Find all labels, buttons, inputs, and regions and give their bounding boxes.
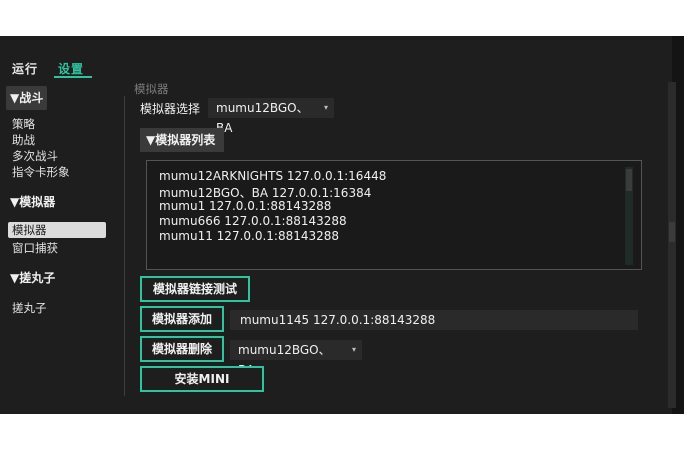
list-item[interactable]: mumu11 127.0.0.1:88143288 xyxy=(159,229,339,243)
sidebar-group-battle[interactable]: ▼战斗 xyxy=(6,86,48,110)
list-item[interactable]: mumu12ARKNIGHTS 127.0.0.1:16448 xyxy=(159,169,386,183)
list-scrollbar-thumb[interactable] xyxy=(626,169,632,191)
emulator-add-button[interactable]: 模拟器添加 xyxy=(140,306,224,332)
sidebar-item-command-card[interactable]: 指令卡形象 xyxy=(12,164,70,180)
section-divider xyxy=(124,96,125,396)
emulator-connect-test-button[interactable]: 模拟器链接测试 xyxy=(140,276,250,302)
emulator-list-toggle[interactable]: ▼模拟器列表 xyxy=(140,128,224,152)
section-title: 模拟器 xyxy=(134,82,169,96)
emulator-select-label: 模拟器选择 xyxy=(140,102,201,116)
sidebar-item-dango[interactable]: 搓丸子 xyxy=(12,300,47,316)
sidebar-item-emulator[interactable]: 模拟器 xyxy=(8,222,106,238)
sidebar-item-window-capture[interactable]: 窗口捕获 xyxy=(12,240,58,256)
emulator-add-input[interactable]: mumu1145 127.0.0.1:88143288 xyxy=(230,310,638,330)
sidebar-group-dango[interactable]: ▼搓丸子 xyxy=(6,266,59,290)
list-scrollbar[interactable] xyxy=(625,167,633,265)
emulator-settings-panel: 模拟器 模拟器选择 mumu12BGO、BA ▾ ▼模拟器列表 mumu12AR… xyxy=(124,78,666,414)
emulator-delete-button[interactable]: 模拟器删除 xyxy=(140,336,224,362)
sidebar: ▼战斗 策略 助战 多次战斗 指令卡形象 ▼模拟器 模拟器 窗口捕获 ▼搓丸子 … xyxy=(0,78,118,414)
page-scrollbar[interactable] xyxy=(668,82,676,408)
list-item[interactable]: mumu666 127.0.0.1:88143288 xyxy=(159,214,347,228)
emulator-select-dropdown[interactable]: mumu12BGO、BA ▾ xyxy=(208,98,334,135)
sidebar-item-multi-battle[interactable]: 多次战斗 xyxy=(12,148,58,164)
sidebar-item-support[interactable]: 助战 xyxy=(12,132,35,148)
sidebar-group-emulator[interactable]: ▼模拟器 xyxy=(6,190,59,214)
page-scrollbar-thumb[interactable] xyxy=(669,222,675,242)
emulator-select-value: mumu12BGO、BA xyxy=(216,101,309,135)
list-item[interactable]: mumu1 127.0.0.1:88143288 xyxy=(159,199,331,213)
chevron-down-icon: ▾ xyxy=(351,345,356,354)
install-mini-button[interactable]: 安装MINI xyxy=(140,366,264,392)
top-tabs: 运行 设置 xyxy=(0,36,110,78)
emulator-delete-dropdown[interactable]: mumu12BGO、BA ▾ xyxy=(230,340,362,377)
app-window: 运行 设置 ▼战斗 策略 助战 多次战斗 指令卡形象 ▼模拟器 模拟器 窗口捕获… xyxy=(0,36,684,414)
emulator-list[interactable]: mumu12ARKNIGHTS 127.0.0.1:16448 mumu12BG… xyxy=(146,160,642,270)
tab-run[interactable]: 运行 xyxy=(12,60,38,77)
tab-settings[interactable]: 设置 xyxy=(58,60,84,77)
sidebar-item-strategy[interactable]: 策略 xyxy=(12,116,35,132)
chevron-down-icon: ▾ xyxy=(323,103,328,112)
